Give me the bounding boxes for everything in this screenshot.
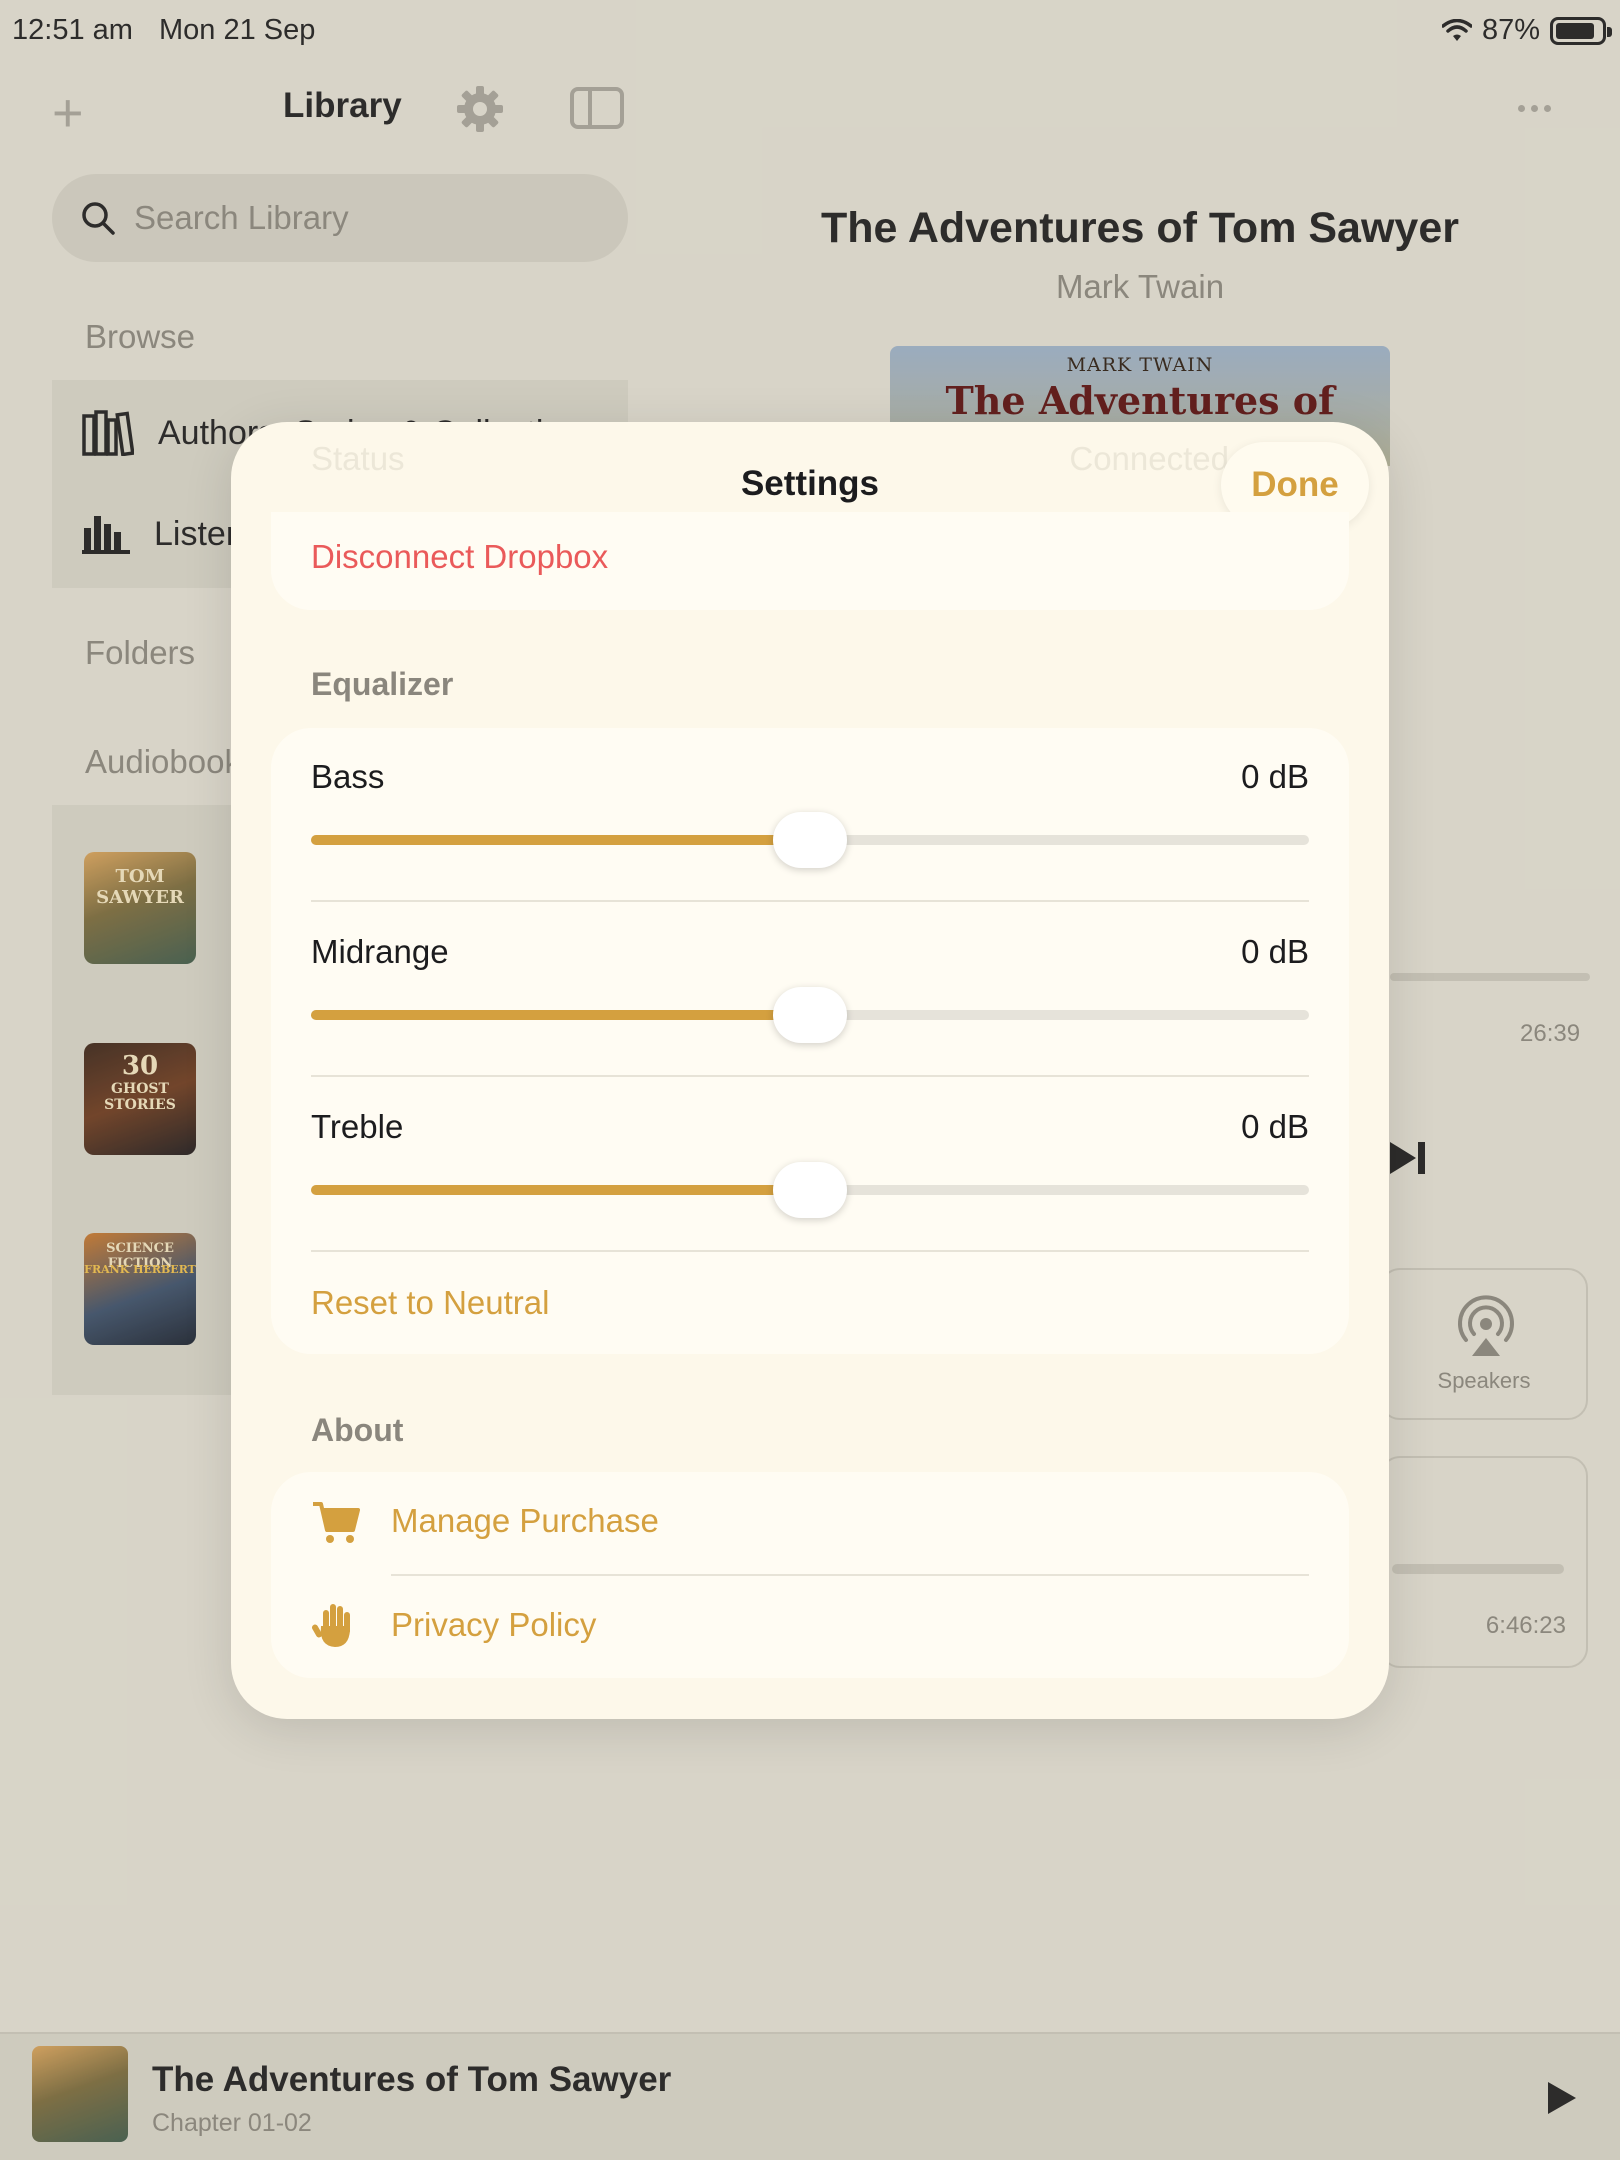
about-header: About: [311, 1412, 404, 1448]
cart-icon: [313, 1502, 360, 1543]
divider: [311, 1075, 1309, 1077]
divider: [311, 900, 1309, 902]
treble-slider-thumb[interactable]: [773, 1162, 847, 1218]
settings-modal: Status Connected Settings Done Disconnec…: [231, 422, 1389, 1719]
midrange-slider[interactable]: [311, 987, 1309, 1043]
bass-slider-thumb[interactable]: [773, 812, 847, 868]
treble-slider[interactable]: [311, 1162, 1309, 1218]
equalizer-header: Equalizer: [311, 666, 454, 702]
divider: [391, 1574, 1309, 1576]
hand-icon: [312, 1604, 350, 1647]
disconnect-dropbox-button[interactable]: Disconnect Dropbox: [311, 538, 608, 576]
treble-label: Treble: [311, 1108, 404, 1145]
midrange-slider-thumb[interactable]: [773, 987, 847, 1043]
manage-purchase-button[interactable]: Manage Purchase: [311, 1496, 659, 1546]
treble-value: 0 dB: [1241, 1108, 1309, 1145]
bass-value: 0 dB: [1241, 758, 1309, 795]
bass-slider[interactable]: [311, 812, 1309, 868]
reset-to-neutral-button[interactable]: Reset to Neutral: [311, 1284, 549, 1322]
manage-purchase-label: Manage Purchase: [391, 1502, 659, 1539]
bass-slider-fill: [311, 835, 810, 845]
treble-slider-fill: [311, 1185, 810, 1195]
bass-label: Bass: [311, 758, 385, 795]
equalizer-card: Bass 0 dB Midrange 0 dB Treble 0 dB Rese…: [271, 728, 1349, 1354]
dropbox-card: Disconnect Dropbox: [271, 422, 1349, 610]
midrange-label: Midrange: [311, 933, 449, 970]
privacy-policy-label: Privacy Policy: [391, 1606, 597, 1643]
midrange-value: 0 dB: [1241, 933, 1309, 970]
midrange-slider-fill: [311, 1010, 810, 1020]
about-card: Manage Purchase Privacy Policy: [271, 1472, 1349, 1678]
privacy-policy-button[interactable]: Privacy Policy: [311, 1600, 596, 1650]
divider: [311, 1250, 1309, 1252]
